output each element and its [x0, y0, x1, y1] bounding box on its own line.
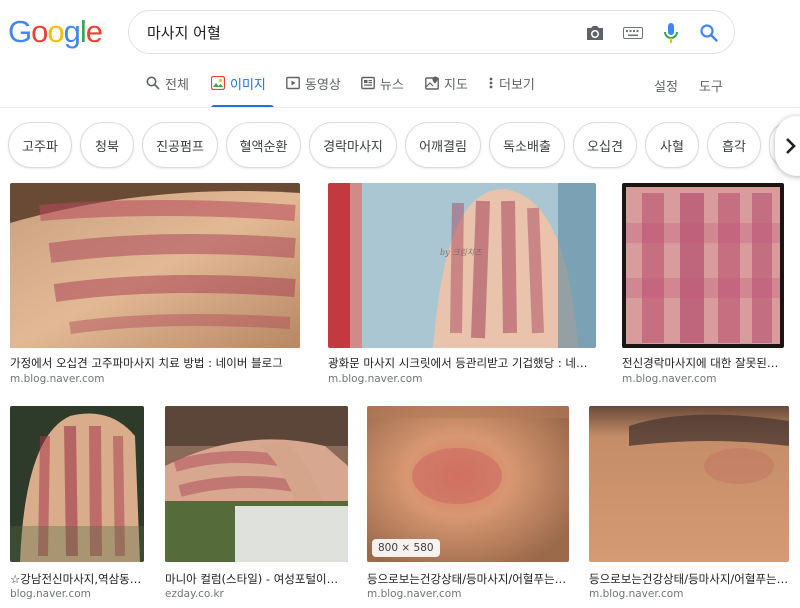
image-result[interactable]: ☆강남전신마사지,역삼동… blog.naver.com: [10, 406, 148, 606]
result-title[interactable]: 가정에서 오십견 고주파마사지 치료 방법 : 네이버 블로그: [10, 355, 300, 371]
tab-more[interactable]: 더보기: [488, 74, 535, 108]
result-title[interactable]: 광화문 마사지 시크릿에서 등관리받고 기겁했당 : 네이버…: [328, 355, 596, 371]
result-source: m.blog.naver.com: [589, 588, 684, 600]
tabs-divider: [0, 107, 800, 108]
logo-letter: G: [8, 14, 32, 49]
result-source: m.blog.naver.com: [328, 373, 423, 385]
search-box: [128, 10, 735, 54]
tab-label: 동영상: [305, 78, 341, 93]
tab-label: 지도: [444, 78, 468, 93]
chip[interactable]: 고주파: [8, 122, 72, 168]
result-source: m.blog.naver.com: [367, 588, 462, 600]
result-thumbnail[interactable]: [10, 183, 300, 348]
tab-all[interactable]: 전체: [146, 74, 189, 108]
search-icon: [146, 76, 160, 90]
image-result[interactable]: by 크림치즈 광화문 마사지 시크릿에서 등관리받고 기겁했당 : 네이버… …: [328, 183, 596, 388]
chip[interactable]: 독소배출: [489, 122, 565, 168]
camera-icon[interactable]: [581, 19, 609, 47]
result-source: blog.naver.com: [10, 588, 91, 600]
image-result[interactable]: 전신경락마사지에 대한 잘못된상… m.blog.naver.com: [622, 183, 792, 388]
map-icon: [425, 76, 439, 90]
result-thumbnail[interactable]: 800 × 580: [367, 406, 569, 562]
tab-maps[interactable]: 지도: [425, 74, 468, 108]
result-source: m.blog.naver.com: [622, 373, 717, 385]
tab-label: 이미지: [230, 78, 266, 93]
chip[interactable]: 혈액순환: [226, 122, 301, 168]
chip[interactable]: 흡각: [707, 122, 761, 168]
tab-label: 전체: [165, 78, 189, 93]
more-vert-icon: [489, 77, 493, 89]
settings-link[interactable]: 설정: [654, 76, 678, 95]
logo-letter: g: [63, 14, 81, 49]
news-icon: [361, 76, 375, 90]
image-dimensions-badge: 800 × 580: [372, 539, 440, 557]
image-icon: [211, 76, 225, 90]
chip-scroll-right-button[interactable]: [775, 116, 800, 176]
search-icon[interactable]: [695, 19, 723, 47]
result-thumbnail[interactable]: [589, 406, 789, 562]
result-title[interactable]: 전신경락마사지에 대한 잘못된상…: [622, 355, 786, 371]
tools-link[interactable]: 도구: [699, 76, 723, 95]
result-title[interactable]: ☆강남전신마사지,역삼동…: [10, 571, 144, 587]
chip[interactable]: 청북: [80, 122, 134, 168]
result-title[interactable]: 등으로보는건강상태/등마사지/어혈푸는…: [367, 571, 569, 587]
image-result[interactable]: 가정에서 오십견 고주파마사지 치료 방법 : 네이버 블로그 m.blog.n…: [10, 183, 300, 388]
chip[interactable]: 오십견: [573, 122, 637, 168]
result-thumbnail[interactable]: by 크림치즈: [328, 183, 596, 348]
result-thumbnail[interactable]: [165, 406, 348, 562]
tab-label: 뉴스: [380, 78, 404, 93]
watermark-text: by 크림치즈: [440, 248, 482, 257]
tab-videos[interactable]: 동영상: [286, 74, 341, 108]
microphone-icon[interactable]: [657, 19, 685, 47]
logo-letter: e: [85, 14, 103, 49]
tab-label: 더보기: [499, 78, 535, 93]
result-title[interactable]: 등으로보는건강상태/등마사지/어혈푸는…: [589, 571, 789, 587]
tab-news[interactable]: 뉴스: [361, 74, 404, 108]
logo-letter: o: [31, 14, 48, 49]
image-result[interactable]: 800 × 580 등으로보는건강상태/등마사지/어혈푸는… m.blog.na…: [367, 406, 572, 606]
result-source: ezday.co.kr: [165, 588, 224, 600]
google-logo[interactable]: Google: [8, 14, 103, 50]
result-thumbnail[interactable]: [622, 183, 784, 348]
play-icon: [286, 76, 300, 90]
chip[interactable]: 어깨결림: [405, 122, 481, 168]
chip[interactable]: 사혈: [645, 122, 699, 168]
result-thumbnail[interactable]: [10, 406, 144, 562]
keyboard-icon[interactable]: [619, 19, 647, 47]
chip[interactable]: 경락마사지: [309, 122, 397, 168]
image-result[interactable]: 등으로보는건강상태/등마사지/어혈푸는… m.blog.naver.com: [589, 406, 794, 606]
chip[interactable]: 진공펌프: [142, 122, 218, 168]
result-source: m.blog.naver.com: [10, 373, 105, 385]
tab-images[interactable]: 이미지: [211, 74, 274, 108]
image-result[interactable]: 마니아 컬럼(스타일) - 여성포털이지… ezday.co.kr: [165, 406, 350, 606]
chevron-right-icon: [786, 138, 796, 154]
result-title[interactable]: 마니아 컬럼(스타일) - 여성포털이지…: [165, 571, 348, 587]
logo-letter: o: [47, 14, 64, 49]
search-input[interactable]: [147, 21, 567, 43]
